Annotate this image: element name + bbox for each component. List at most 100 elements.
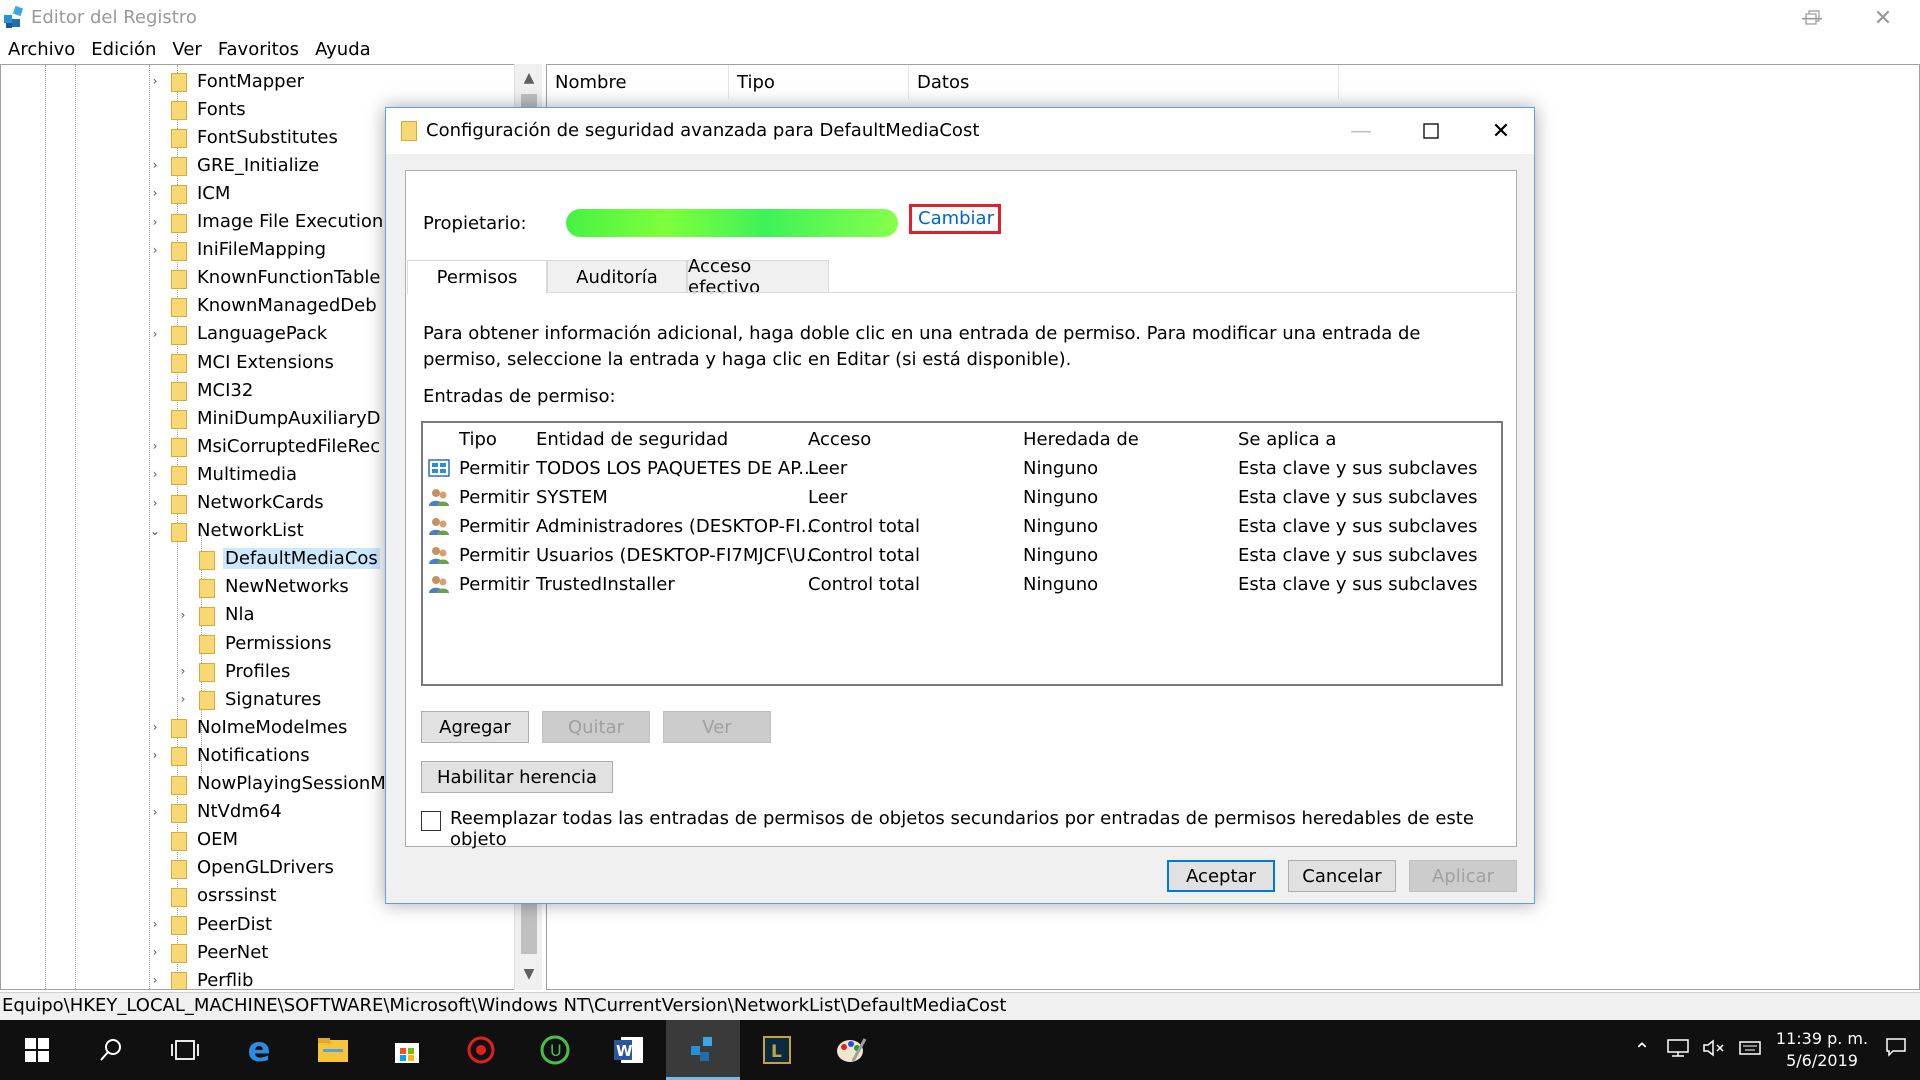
tree-item[interactable]: › ICM [153, 179, 232, 207]
column-header-entidad[interactable]: Entidad de seguridad [536, 429, 728, 450]
taskbar-app-green[interactable]: U [518, 1020, 592, 1080]
tree-item[interactable]: › MsiCorruptedFileRec [153, 432, 382, 460]
search-button[interactable] [74, 1020, 148, 1080]
tree-item[interactable]: DefaultMediaCos [197, 545, 380, 573]
menu-ayuda[interactable]: Ayuda [307, 36, 379, 64]
tree-item[interactable]: NowPlayingSessionM [169, 770, 388, 798]
dialog-maximize-button[interactable] [1396, 108, 1466, 154]
taskbar-registry-editor[interactable] [666, 1020, 740, 1080]
expander-chevron-icon[interactable]: › [173, 608, 193, 622]
taskbar-store[interactable] [370, 1020, 444, 1080]
replace-permissions-checkbox[interactable] [421, 811, 441, 831]
close-button[interactable]: ✕ [1848, 0, 1918, 36]
column-header-datos[interactable]: Datos [909, 65, 1339, 99]
expander-chevron-icon[interactable]: › [145, 917, 165, 931]
tab-permisos[interactable]: Permisos [407, 260, 547, 294]
dialog-minimize-button[interactable]: — [1326, 108, 1396, 154]
tree-item[interactable]: ⌄ NetworkList [150, 517, 306, 545]
expander-chevron-icon[interactable]: › [145, 720, 165, 734]
volume-muted-icon[interactable] [1696, 1038, 1732, 1063]
expander-chevron-icon[interactable]: › [145, 215, 165, 229]
expander-chevron-icon[interactable]: › [173, 692, 193, 706]
notifications-icon[interactable] [1872, 1037, 1920, 1063]
tree-item[interactable]: › NetworkCards [153, 489, 326, 517]
tree-item[interactable]: KnownFunctionTable [169, 264, 382, 292]
expander-chevron-icon[interactable]: › [145, 243, 165, 257]
view-button[interactable]: Ver [663, 711, 771, 743]
ok-button[interactable]: Aceptar [1167, 860, 1275, 892]
expander-chevron-icon[interactable]: › [145, 74, 165, 88]
scroll-down-button[interactable]: ▼ [515, 960, 543, 988]
expander-chevron-icon[interactable]: › [145, 186, 165, 200]
tree-item[interactable]: › PeerDist [153, 910, 274, 938]
cancel-button[interactable]: Cancelar [1288, 860, 1396, 892]
tree-item[interactable]: Fonts [169, 95, 248, 123]
column-header-nombre[interactable]: Nombre [547, 65, 729, 99]
enable-inheritance-button[interactable]: Habilitar herencia [421, 761, 613, 793]
expander-chevron-icon[interactable]: › [145, 496, 165, 510]
taskbar-paint[interactable] [814, 1020, 888, 1080]
tree-item[interactable]: › Notifications [153, 741, 312, 769]
tree-item[interactable]: › Nla [181, 601, 257, 629]
column-header-tipo[interactable]: Tipo [729, 65, 909, 99]
tree-item[interactable]: › Profiles [181, 657, 292, 685]
permission-entry-row[interactable]: Permitir Usuarios (DESKTOP-FI7MJCF\U... Co… [423, 542, 1501, 571]
expander-chevron-icon[interactable]: › [145, 327, 165, 341]
tree-item[interactable]: › NtVdm64 [153, 798, 284, 826]
tree-item[interactable]: FontSubstitutes [169, 123, 340, 151]
tree-item[interactable]: › Perflib [153, 966, 255, 989]
clock[interactable]: 11:39 p. m. 5/6/2019 [1772, 1028, 1872, 1072]
restore-button[interactable] [1778, 0, 1848, 36]
chevron-up-icon[interactable]: ⌃ [1624, 1038, 1660, 1062]
tree-item[interactable]: MCI32 [169, 376, 255, 404]
permission-entry-row[interactable]: Permitir SYSTEM Leer Ninguno Esta clave y su… [423, 484, 1501, 513]
expander-chevron-icon[interactable]: › [145, 467, 165, 481]
taskbar-edge[interactable]: e [222, 1020, 296, 1080]
dialog-close-button[interactable]: ✕ [1466, 108, 1536, 154]
apply-button[interactable]: Aplicar [1409, 860, 1517, 892]
column-header-aplica[interactable]: Se aplica a [1238, 429, 1336, 450]
tree-item[interactable]: › Image File Execution [153, 208, 385, 236]
permission-entry-row[interactable]: Permitir TrustedInstaller Control total Nin… [423, 571, 1501, 600]
tree-item[interactable]: NewNetworks [197, 573, 351, 601]
tree-item[interactable]: › LanguagePack [153, 320, 329, 348]
menu-favoritos[interactable]: Favoritos [210, 36, 307, 64]
tree-item[interactable]: osrssinst [169, 882, 278, 910]
expander-chevron-icon[interactable]: › [145, 158, 165, 172]
permission-entry-row[interactable]: Permitir TODOS LOS PAQUETES DE AP... Leer N… [423, 455, 1501, 484]
tree-item[interactable]: Permissions [197, 629, 333, 657]
tree-item[interactable]: OpenGLDrivers [169, 854, 336, 882]
tree-item[interactable]: › IniFileMapping [153, 236, 328, 264]
keyboard-icon[interactable] [1732, 1038, 1768, 1063]
add-button[interactable]: Agregar [421, 711, 529, 743]
expander-chevron-icon[interactable]: › [145, 945, 165, 959]
expander-chevron-icon[interactable]: ⌄ [145, 524, 165, 538]
tree-item[interactable]: › FontMapper [153, 67, 306, 95]
menu-ver[interactable]: Ver [164, 36, 209, 64]
permission-entry-row[interactable]: Permitir Administradores (DESKTOP-FI... Co… [423, 513, 1501, 542]
tree-item[interactable]: OEM [169, 826, 240, 854]
change-owner-link[interactable]: Cambiar [909, 204, 1001, 234]
tree-item[interactable]: MiniDumpAuxiliaryD [169, 404, 383, 432]
tree-item[interactable]: › GRE_Initialize [153, 151, 321, 179]
start-button[interactable] [0, 1020, 74, 1080]
column-header-heredada[interactable]: Heredada de [1023, 429, 1139, 450]
task-view-button[interactable] [148, 1020, 222, 1080]
taskbar-file-explorer[interactable] [296, 1020, 370, 1080]
tab-acceso-efectivo[interactable]: Acceso efectivo [687, 256, 829, 298]
expander-chevron-icon[interactable]: › [145, 973, 165, 987]
taskbar-league[interactable]: L [740, 1020, 814, 1080]
tab-auditoria[interactable]: Auditoría [547, 260, 687, 293]
column-header-acceso[interactable]: Acceso [808, 429, 871, 450]
network-icon[interactable] [1660, 1038, 1696, 1063]
permission-entries-list[interactable]: Tipo Entidad de seguridad Acceso Heredad… [421, 421, 1503, 686]
tree-item[interactable]: › PeerNet [153, 938, 270, 966]
menu-archivo[interactable]: Archivo [0, 36, 83, 64]
scroll-up-button[interactable]: ▲ [515, 64, 543, 92]
expander-chevron-icon[interactable]: › [173, 664, 193, 678]
menu-edicion[interactable]: Edición [83, 36, 164, 64]
taskbar-word[interactable]: W [592, 1020, 666, 1080]
remove-button[interactable]: Quitar [542, 711, 650, 743]
expander-chevron-icon[interactable]: › [145, 805, 165, 819]
tree-item[interactable]: › Signatures [181, 685, 323, 713]
